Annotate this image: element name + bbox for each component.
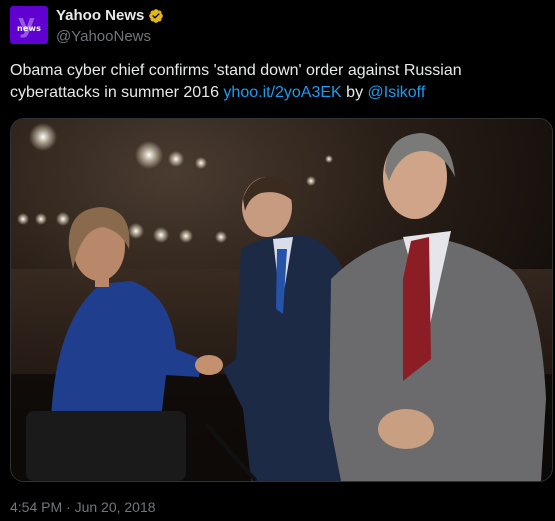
avatar-label: news <box>16 24 42 33</box>
mention-link[interactable]: @Isikoff <box>368 84 426 101</box>
handshake <box>195 355 223 375</box>
tweet-link[interactable]: yhoo.it/2yoA3EK <box>223 84 341 101</box>
handle[interactable]: @YahooNews <box>56 28 164 45</box>
chair <box>26 411 186 481</box>
tweet: y news Yahoo News @YahooNews Obama cyber… <box>0 0 555 521</box>
display-name[interactable]: Yahoo News <box>56 7 144 24</box>
name-row: Yahoo News <box>56 7 164 24</box>
timestamp[interactable]: 4:54 PM · Jun 20, 2018 <box>10 499 156 515</box>
tweet-text: Obama cyber chief confirms 'stand down' … <box>10 60 545 104</box>
tweet-header: Yahoo News @YahooNews <box>56 7 164 45</box>
photo-image <box>11 119 552 481</box>
verified-badge-icon <box>149 8 164 23</box>
tweet-by-text: by <box>341 84 368 101</box>
media-photo[interactable] <box>10 118 553 482</box>
avatar[interactable]: y news <box>10 6 48 44</box>
